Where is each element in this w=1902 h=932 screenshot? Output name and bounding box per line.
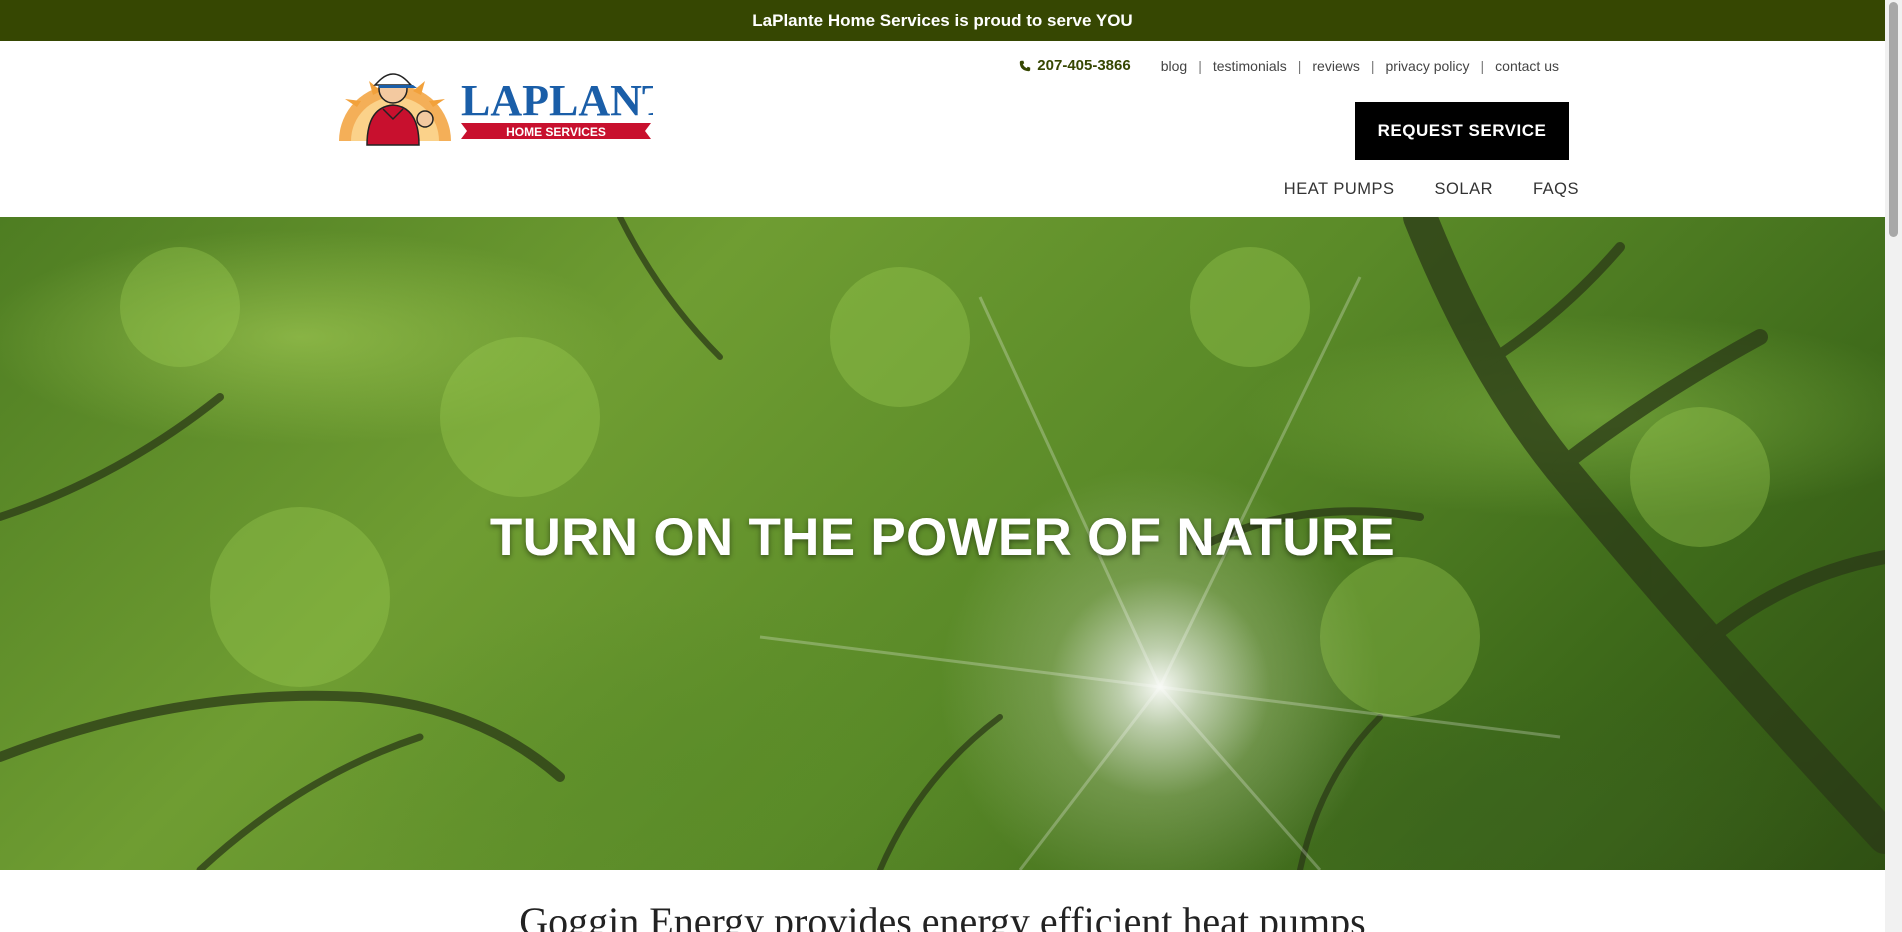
main-nav: HEAT PUMPS SOLAR FAQS: [1284, 180, 1579, 199]
site-logo[interactable]: LAPLANTE HOME SERVICES: [333, 61, 653, 147]
nav-item-solar[interactable]: SOLAR: [1435, 180, 1493, 199]
link-divider: |: [1297, 57, 1302, 74]
privacy-policy-link[interactable]: privacy policy: [1386, 58, 1470, 74]
reviews-link[interactable]: reviews: [1312, 58, 1359, 74]
utility-nav: 207-405-3866 blog | testimonials | revie…: [1019, 57, 1559, 74]
link-divider: |: [1198, 57, 1202, 74]
page: LaPlante Home Services is proud to serve…: [0, 0, 1902, 932]
hero-title: TURN ON THE POWER OF NATURE: [489, 508, 1396, 567]
link-divider: |: [1480, 57, 1485, 74]
nav-item-heat-pumps[interactable]: HEAT PUMPS: [1284, 180, 1395, 199]
hero-banner: TURN ON THE POWER OF NATURE: [0, 217, 1885, 870]
page-scrollbar[interactable]: [1885, 0, 1902, 932]
contact-us-link[interactable]: contact us: [1495, 58, 1559, 74]
logo-brand: LAPLANTE: [461, 76, 653, 125]
scrollbar-thumb[interactable]: [1889, 2, 1898, 237]
logo-graphic: LAPLANTE HOME SERVICES: [339, 73, 653, 146]
announcement-bar: LaPlante Home Services is proud to serve…: [0, 0, 1885, 41]
testimonials-link[interactable]: testimonials: [1213, 58, 1287, 74]
phone-number: 207-405-3866: [1037, 57, 1131, 74]
phone-link[interactable]: 207-405-3866: [1019, 57, 1131, 74]
announcement-text: LaPlante Home Services is proud to serve…: [752, 10, 1133, 30]
phone-icon: [1020, 60, 1031, 71]
nav-item-faqs[interactable]: FAQS: [1533, 180, 1579, 199]
link-divider: |: [1370, 57, 1375, 74]
site-header: LAPLANTE HOME SERVICES 207-405-3866 blog…: [0, 41, 1885, 217]
blog-link[interactable]: blog: [1161, 58, 1187, 74]
intro-heading: Goggin Energy provides energy efficient …: [519, 899, 1366, 932]
logo-tagline: HOME SERVICES: [506, 125, 606, 139]
request-service-button[interactable]: REQUEST SERVICE: [1355, 102, 1569, 160]
